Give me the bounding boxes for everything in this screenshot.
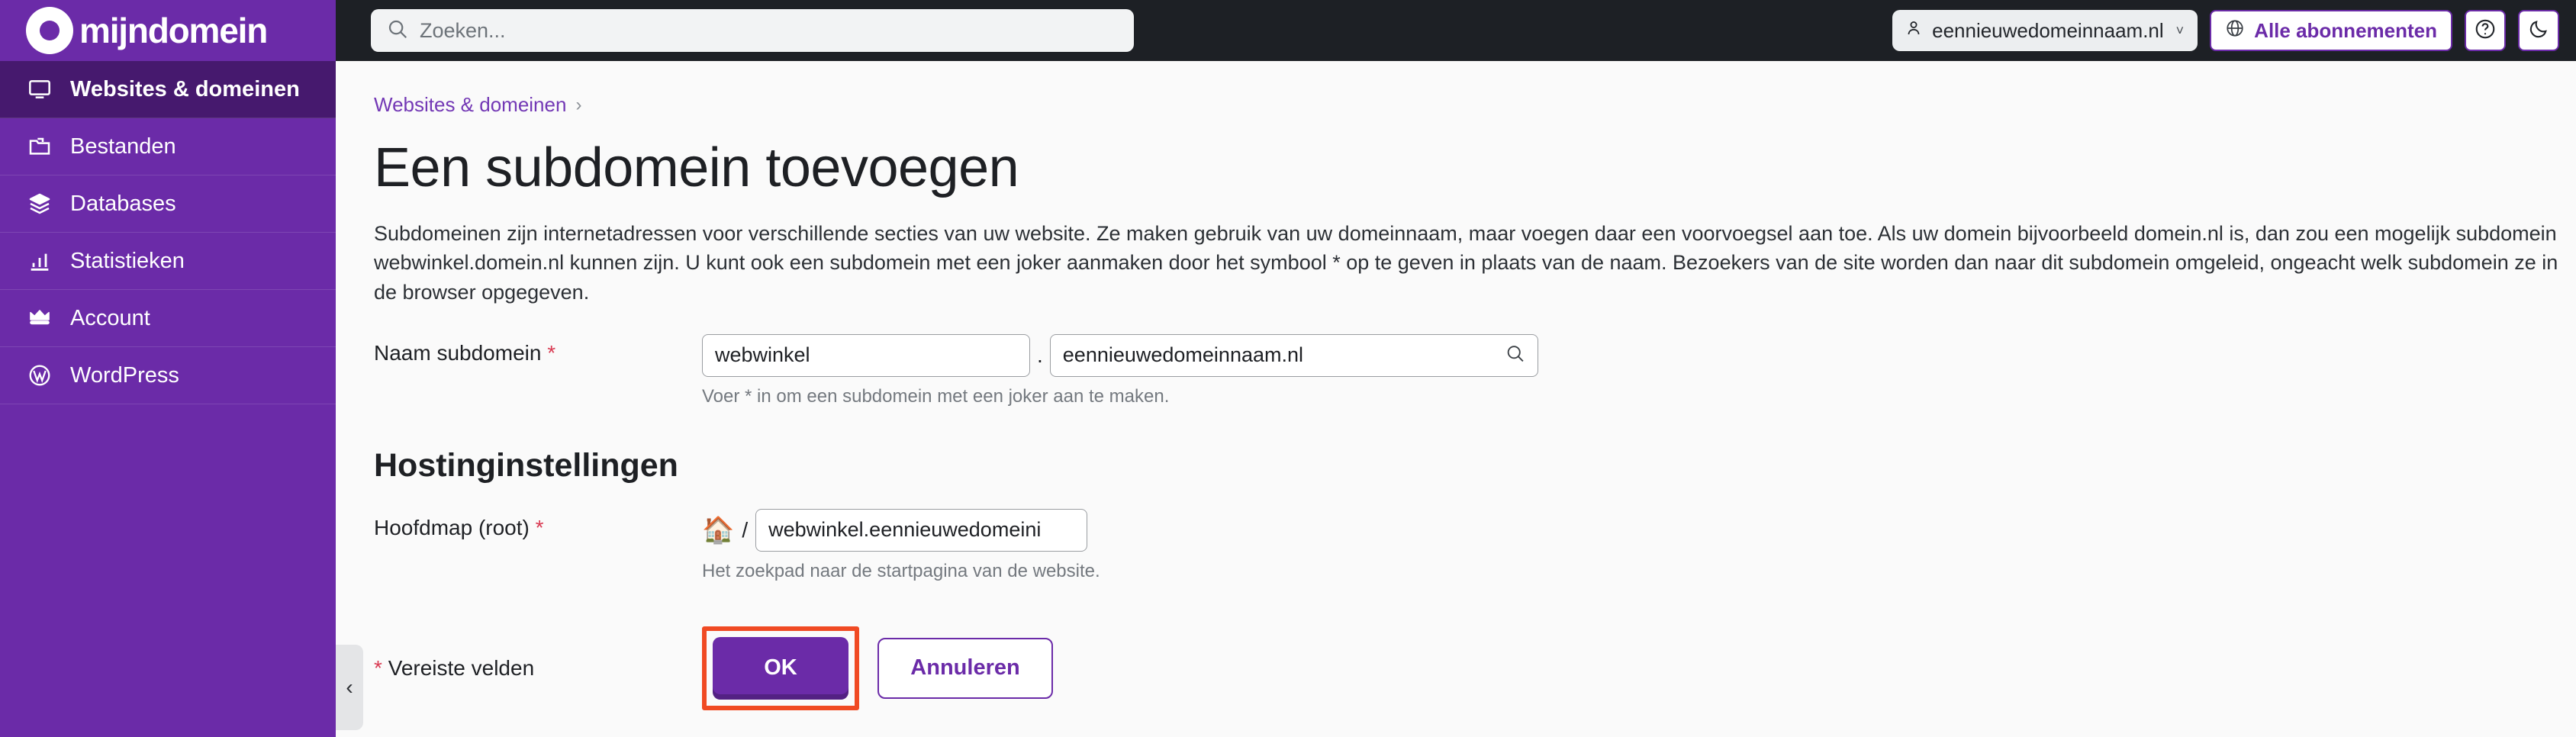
search-icon (386, 18, 409, 44)
global-search-box[interactable] (371, 9, 1134, 52)
path-separator: / (734, 518, 755, 542)
document-root-input-line: 🏠 / (702, 509, 1100, 552)
subdomain-input-line: . (702, 334, 1538, 377)
layers-icon (26, 191, 53, 216)
required-fields-note-text: Vereiste velden (388, 656, 534, 680)
page-title: Een subdomein toevoegen (374, 137, 2576, 199)
brand-logo[interactable]: mijndomein (0, 0, 336, 61)
top-bar-search-area (336, 9, 1892, 52)
all-subscriptions-button[interactable]: Alle abonnementen (2210, 10, 2452, 51)
document-root-label: Hoofdmap (root) * (374, 509, 702, 540)
subdomain-name-fields: . Voer * in om een subdomein met een jok… (702, 334, 1538, 407)
sidebar-item-label: Databases (70, 191, 176, 217)
document-root-label-text: Hoofdmap (root) (374, 516, 530, 539)
subdomain-name-label: Naam subdomein * (374, 334, 702, 365)
sidebar-item-label: Account (70, 306, 150, 331)
document-root-fields: 🏠 / Het zoekpad naar de startpagina van … (702, 509, 1100, 582)
required-fields-note: * Vereiste velden (374, 656, 702, 681)
form-footer: * Vereiste velden OK Annuleren (374, 626, 2576, 710)
top-bar-actions: eennieuwedomeinnaam.nl ˅ Alle abonnement… (1892, 10, 2576, 51)
top-bar: mijndomein eennieuwedomeinnaam.nl (0, 0, 2576, 61)
sidebar-item-statistieken[interactable]: Statistieken (0, 233, 336, 290)
subdomain-name-label-text: Naam subdomein (374, 341, 541, 365)
main-content: ‹ Websites & domeinen › Een subdomein to… (336, 61, 2576, 737)
application-window: mijndomein eennieuwedomeinnaam.nl (0, 0, 2576, 737)
required-marker: * (374, 656, 382, 680)
ring-logo-icon (26, 7, 73, 54)
sidebar: Websites & domeinen Bestanden Databases (0, 61, 336, 737)
monitor-icon (26, 77, 53, 101)
page-description: Subdomeinen zijn internetadressen voor v… (374, 219, 2571, 307)
breadcrumb: Websites & domeinen › (374, 93, 2576, 117)
sidebar-item-label: Bestanden (70, 134, 176, 159)
globe-icon (2225, 18, 2245, 43)
sidebar-item-databases[interactable]: Databases (0, 175, 336, 233)
hosting-settings-title: Hostinginstellingen (374, 447, 2576, 484)
chevron-left-icon: ‹ (346, 675, 353, 700)
domain-dot-separator: . (1030, 343, 1050, 368)
sidebar-item-label: WordPress (70, 363, 179, 388)
account-label: eennieuwedomeinnaam.nl (1932, 19, 2164, 43)
sidebar-item-label: Websites & domeinen (70, 77, 300, 102)
subdomain-name-row: Naam subdomein * . (374, 334, 2576, 407)
document-root-input[interactable] (755, 509, 1087, 552)
all-subscriptions-label: Alle abonnementen (2254, 19, 2437, 43)
chevron-down-icon: ˅ (2176, 23, 2185, 39)
sidebar-item-label: Statistieken (70, 249, 185, 274)
breadcrumb-separator-icon: › (575, 95, 581, 116)
sidebar-collapse-handle[interactable]: ‹ (336, 645, 363, 730)
search-input[interactable] (420, 19, 1119, 43)
subdomain-name-hint: Voer * in om een subdomein met een joker… (702, 386, 1538, 407)
document-root-hint: Het zoekpad naar de startpagina van de w… (702, 561, 1100, 582)
crown-icon (26, 306, 53, 330)
ok-button[interactable]: OK (713, 637, 848, 700)
required-marker: * (547, 341, 555, 365)
person-icon (1905, 18, 1923, 43)
question-mark-icon (2474, 18, 2497, 44)
dark-mode-toggle[interactable] (2518, 10, 2559, 51)
required-marker: * (536, 516, 544, 539)
sidebar-item-wordpress[interactable]: WordPress (0, 347, 336, 404)
moon-icon (2528, 18, 2549, 43)
document-root-row: Hoofdmap (root) * 🏠 / Het zoekpad naar d… (374, 509, 2576, 582)
folder-icon (26, 134, 53, 159)
sidebar-item-account[interactable]: Account (0, 290, 336, 347)
bar-chart-icon (26, 249, 53, 273)
house-icon: 🏠 (702, 517, 734, 543)
sidebar-item-bestanden[interactable]: Bestanden (0, 118, 336, 175)
cancel-button[interactable]: Annuleren (877, 638, 1053, 699)
wordpress-icon (26, 363, 53, 388)
domain-select-wrapper (1050, 334, 1538, 377)
breadcrumb-link-websites-domeinen[interactable]: Websites & domeinen (374, 93, 566, 117)
parent-domain-input[interactable] (1050, 334, 1538, 377)
brand-name: mijndomein (79, 10, 267, 51)
search-icon[interactable] (1505, 343, 1526, 368)
help-button[interactable] (2465, 10, 2506, 51)
ok-button-highlight: OK (702, 626, 859, 710)
sidebar-item-websites-domeinen[interactable]: Websites & domeinen (0, 61, 336, 118)
account-selector[interactable]: eennieuwedomeinnaam.nl ˅ (1892, 10, 2198, 51)
body-region: Websites & domeinen Bestanden Databases (0, 61, 2576, 737)
subdomain-name-input[interactable] (702, 334, 1030, 377)
form-action-buttons: OK Annuleren (702, 626, 1053, 710)
